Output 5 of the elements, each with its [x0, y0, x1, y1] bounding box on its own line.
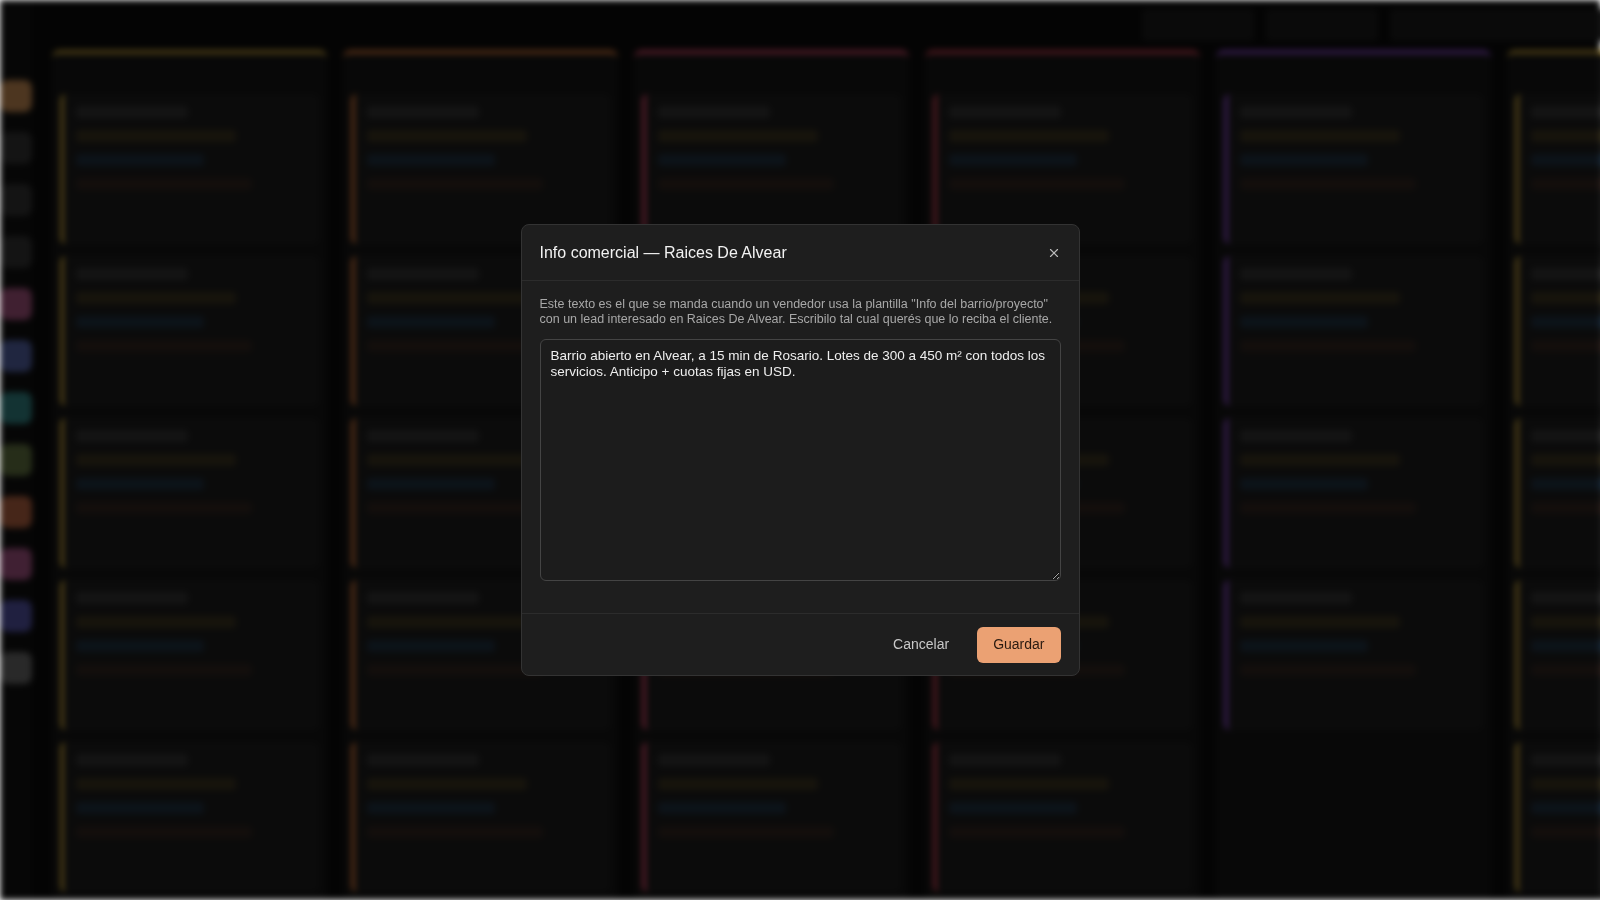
dialog-description: Este texto es el que se manda cuando un vendedor usa la plantilla "Info del barrio/proyecto" con un lead interesado en Raices De Alvear. Escribilo tal cual querés que lo reciba el cliente. — [539, 297, 1054, 327]
save-button[interactable]: Guardar — [977, 626, 1061, 663]
dialog-title: Info comercial — Raices De Alvear — [539, 242, 787, 263]
cancel-button[interactable]: Cancelar — [877, 626, 966, 663]
message-field[interactable]: Barrio abierto en Alvear, a 15 min de Rosario. Lotes de 300 a 450 m² con todos los servicios. Anticipo + cuotas fijas en USD. — [539, 339, 1061, 581]
